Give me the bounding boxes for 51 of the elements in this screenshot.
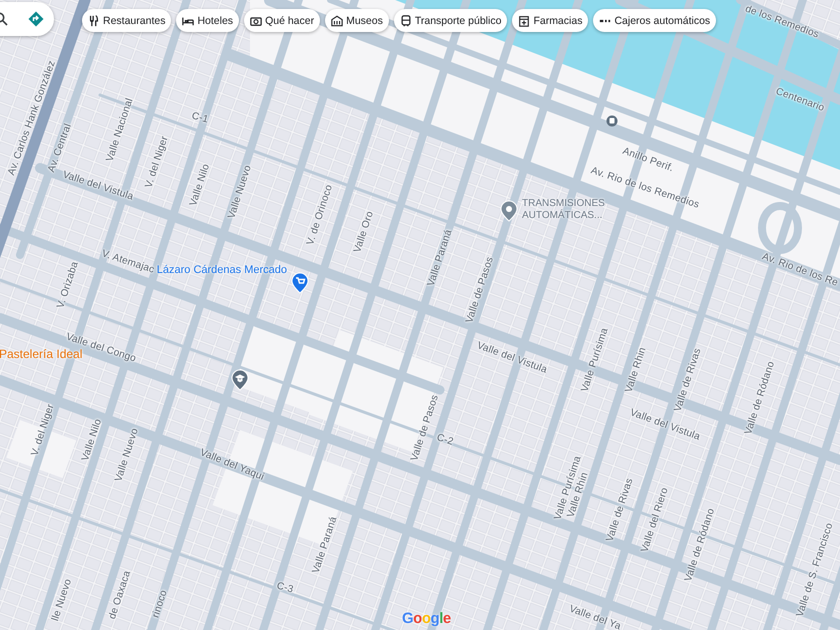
pharmacy-icon <box>518 14 530 26</box>
fork-knife-icon <box>88 14 100 26</box>
street-label: Valle Rhin <box>624 346 648 394</box>
street-label: Valle de Ródano <box>743 360 777 436</box>
category-chip[interactable]: Restaurantes <box>82 9 172 32</box>
location-pin-icon[interactable] <box>500 200 518 222</box>
street-label: Valle Paraná <box>426 228 454 288</box>
street-label: Av. Rio de los Re <box>760 251 840 289</box>
street-label: C-3 <box>276 580 294 596</box>
search-box[interactable] <box>0 2 54 36</box>
street-label: V. del Niger <box>29 402 57 458</box>
street-label: V. Orizaba <box>55 260 81 310</box>
museum-icon <box>331 14 344 26</box>
camera-icon <box>250 14 262 26</box>
street-label: Valle Nilo <box>188 162 212 208</box>
street-label: Valle del Yaqui <box>198 447 266 483</box>
street-label: V. de Orinoco <box>305 183 335 247</box>
street-label: Valle Nuevo <box>113 426 141 484</box>
directions-icon[interactable] <box>28 11 44 27</box>
place-name[interactable]: TRANSMISIONES AUTOMÁTICAS... <box>522 198 602 222</box>
street-label: Valle de Rivas <box>604 476 636 544</box>
category-chip[interactable]: Farmacias <box>512 9 588 32</box>
category-chip[interactable]: Transporte público <box>394 9 508 32</box>
train-icon <box>400 14 412 26</box>
street-label: Valle Oro <box>352 210 376 254</box>
street-label: Valle Nuevo <box>226 164 254 220</box>
street-label: rinoco <box>150 588 170 620</box>
street-label: lle Nuevo <box>50 578 74 622</box>
street-label: de Oaxaca <box>107 569 133 621</box>
bus-stop-icon[interactable] <box>606 115 618 127</box>
graduation-cap-pin-icon[interactable] <box>231 369 249 391</box>
category-chip[interactable]: Cajeros automáticos <box>593 9 716 32</box>
street-label: Valle del Vistula <box>61 169 135 203</box>
street-label: Valle de Rivas <box>672 346 704 414</box>
street-label: Valle Paraná <box>310 515 340 575</box>
street-label: Anillo Perif. <box>621 146 675 174</box>
street-label: Valle del Ya <box>568 604 622 630</box>
street-label: Valle de Ródano <box>683 507 717 583</box>
street-label: V. del Niger <box>143 134 171 190</box>
category-chip[interactable]: Qué hacer <box>244 9 320 32</box>
street-label: Valle del Riero <box>639 486 671 554</box>
street-label: C-1 <box>190 110 210 126</box>
bed-icon <box>182 14 194 26</box>
category-chip[interactable]: Museos <box>325 9 389 32</box>
category-chip[interactable]: Hoteles <box>176 9 240 32</box>
street-label: Valle Nilo <box>80 418 104 462</box>
place-name[interactable]: Lázaro Cárdenas Mercado <box>156 264 287 276</box>
street-label: C-2 <box>435 432 455 448</box>
street-label: Valle de Pasos <box>464 256 496 324</box>
cart-pin-icon[interactable] <box>291 272 309 294</box>
logo: Google <box>402 610 451 628</box>
